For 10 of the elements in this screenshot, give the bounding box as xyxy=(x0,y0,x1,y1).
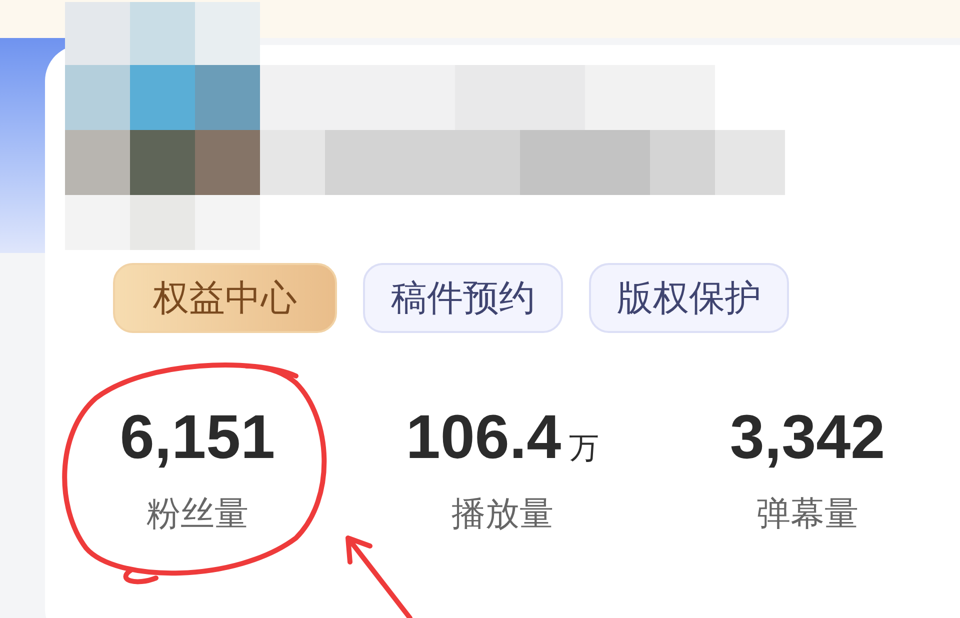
stat-label: 播放量 xyxy=(452,494,554,535)
stat-value: 6,151 xyxy=(120,405,276,471)
stat-unit: 万 xyxy=(569,431,600,467)
shortcut-button[interactable]: 稿件预约 xyxy=(363,263,563,333)
stat-value: 3,342 xyxy=(730,405,886,471)
shortcut-button[interactable]: 权益中心 xyxy=(113,263,337,333)
stat-label: 弹幕量 xyxy=(756,494,858,535)
stat-value: 106.4 xyxy=(406,405,562,471)
stat-label: 粉丝量 xyxy=(146,494,248,535)
shortcut-button[interactable]: 版权保护 xyxy=(589,263,789,333)
